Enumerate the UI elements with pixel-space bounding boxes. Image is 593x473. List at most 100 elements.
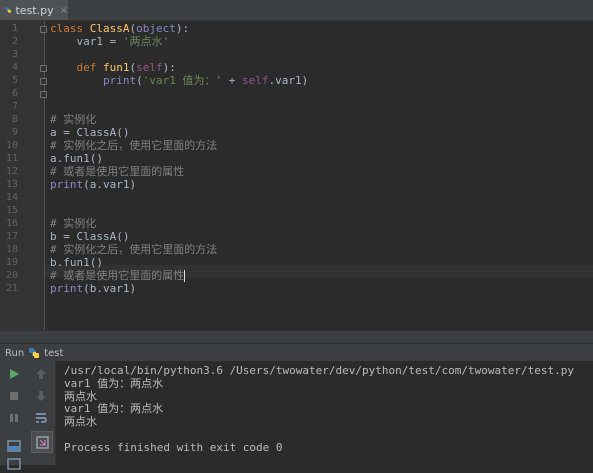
code-line[interactable]: # 或者是使用它里面的属性 (50, 269, 186, 282)
console-line: /usr/local/bin/python3.6 /Users/twowater… (64, 364, 574, 377)
code-line[interactable]: a.fun1() (50, 152, 103, 165)
console-line: var1 值为：两点水 (64, 402, 164, 416)
python-file-icon (5, 7, 11, 13)
code-token: b = ClassA() (50, 230, 130, 243)
line-number: 13 (5, 179, 18, 190)
console-line: Process finished with exit code 0 (64, 440, 283, 454)
code-token: var1 = (50, 35, 123, 48)
fold-marker-icon[interactable] (40, 78, 47, 85)
code-line[interactable]: # 实例化之后，使用它里面的方法 (50, 139, 217, 152)
run-icon[interactable] (5, 365, 23, 383)
code-token: ): (175, 22, 190, 35)
soft-wrap-icon[interactable] (32, 409, 50, 427)
code-line[interactable]: def fun1(self): (50, 61, 176, 74)
code-token: 'var1 值为：' (142, 74, 223, 87)
run-label: Run (5, 347, 25, 359)
code-line[interactable]: # 实例化 (50, 217, 96, 230)
tab-close-icon[interactable]: × (60, 5, 68, 16)
line-number: 17 (5, 231, 18, 242)
stop-icon[interactable] (5, 387, 23, 405)
code-line[interactable]: print(a.var1) (50, 178, 136, 191)
line-number: 6 (11, 88, 18, 99)
scroll-down-icon[interactable] (32, 387, 50, 405)
panel-divider[interactable] (0, 330, 593, 343)
line-number: 14 (5, 192, 18, 203)
pause-icon[interactable] (5, 409, 23, 427)
print-icon[interactable] (31, 431, 53, 453)
code-token: (a.var1) (83, 178, 137, 191)
terminal-icon[interactable] (5, 455, 23, 473)
code-token: ( (136, 74, 143, 87)
code-token: + (222, 74, 242, 87)
line-number: 3 (11, 49, 18, 60)
editor-tab-bar: test.py × (0, 0, 593, 21)
fold-marker-icon[interactable] (40, 26, 47, 33)
run-toolbar-primary (0, 361, 29, 470)
line-number: 18 (5, 244, 18, 255)
code-token: # 实例化之后，使用它里面的方法 (50, 139, 218, 152)
code-line[interactable]: # 实例化之后，使用它里面的方法 (50, 243, 217, 256)
code-token: '两点水' (122, 35, 170, 48)
line-number: 2 (11, 36, 18, 47)
line-number: 19 (5, 257, 18, 268)
code-token: b.fun1() (50, 256, 103, 269)
code-token: print (50, 282, 84, 295)
tab-label: test.py (15, 3, 54, 17)
code-line[interactable]: class ClassA(object): (50, 22, 189, 35)
line-number: 20 (5, 270, 18, 281)
code-token: self (136, 61, 163, 74)
code-line[interactable]: # 实例化 (50, 113, 96, 126)
code-line[interactable]: b = ClassA() (50, 230, 129, 243)
code-token: a = ClassA() (50, 126, 130, 139)
code-token: # 实例化 (50, 113, 97, 126)
code-token: # 实例化 (50, 217, 97, 230)
code-line[interactable]: a = ClassA() (50, 126, 129, 139)
code-line[interactable]: b.fun1() (50, 256, 103, 269)
code-token: object (136, 22, 176, 35)
run-panel-header: Run test (0, 343, 593, 362)
code-token: ): (162, 61, 176, 74)
run-config-name[interactable]: test (44, 348, 63, 359)
code-token: .var1) (268, 74, 309, 87)
run-panel: /usr/local/bin/python3.6 /Users/twowater… (0, 361, 593, 470)
text-caret (184, 270, 186, 282)
line-number: 9 (11, 127, 18, 138)
code-token: class (50, 22, 90, 35)
code-line[interactable]: print('var1 值为：' + self.var1) (50, 74, 308, 87)
code-token: (b.var1) (83, 282, 137, 295)
code-token: print (50, 178, 84, 191)
line-number: 5 (11, 75, 18, 86)
code-token: self (241, 74, 269, 87)
fold-marker-icon[interactable] (40, 91, 47, 98)
code-token: # 或者是使用它里面的属性 (50, 165, 185, 178)
tab-test-py[interactable]: test.py × (0, 0, 68, 20)
line-number: 16 (5, 218, 18, 229)
line-number: 1 (11, 23, 18, 34)
code-line[interactable]: # 或者是使用它里面的属性 (50, 165, 184, 178)
fold-marker-icon[interactable] (40, 65, 47, 72)
code-line[interactable]: var1 = '两点水' (50, 35, 169, 48)
run-toolbar-secondary (28, 361, 56, 465)
console-line: 两点水 (64, 415, 97, 429)
console-line: 两点水 (64, 389, 97, 403)
code-token: fun1 (103, 61, 130, 74)
code-token: ClassA (89, 22, 130, 35)
line-number: 8 (11, 114, 18, 125)
code-token: # 实例化之后，使用它里面的方法 (50, 243, 218, 256)
line-number: 7 (11, 101, 18, 112)
line-number: 4 (11, 62, 18, 73)
code-token: a.fun1() (50, 152, 103, 165)
console-line: var1 值为：两点水 (64, 376, 164, 390)
scroll-up-icon[interactable] (32, 365, 50, 383)
python-run-config-icon (29, 348, 40, 358)
line-number: 10 (5, 140, 18, 151)
code-token: # 或者是使用它里面的属性 (50, 269, 185, 282)
line-number: 15 (5, 205, 18, 216)
line-number: 11 (5, 153, 18, 164)
line-number: 12 (5, 166, 18, 177)
code-token: def (76, 61, 103, 74)
code-line[interactable]: print(b.var1) (50, 282, 136, 295)
layout-icon[interactable] (5, 437, 23, 455)
code-editor[interactable]: 1 2 3 4 5 6 7 8 9 10 11 12 13 14 15 16 17 18 19 20 21 class … (0, 21, 593, 330)
